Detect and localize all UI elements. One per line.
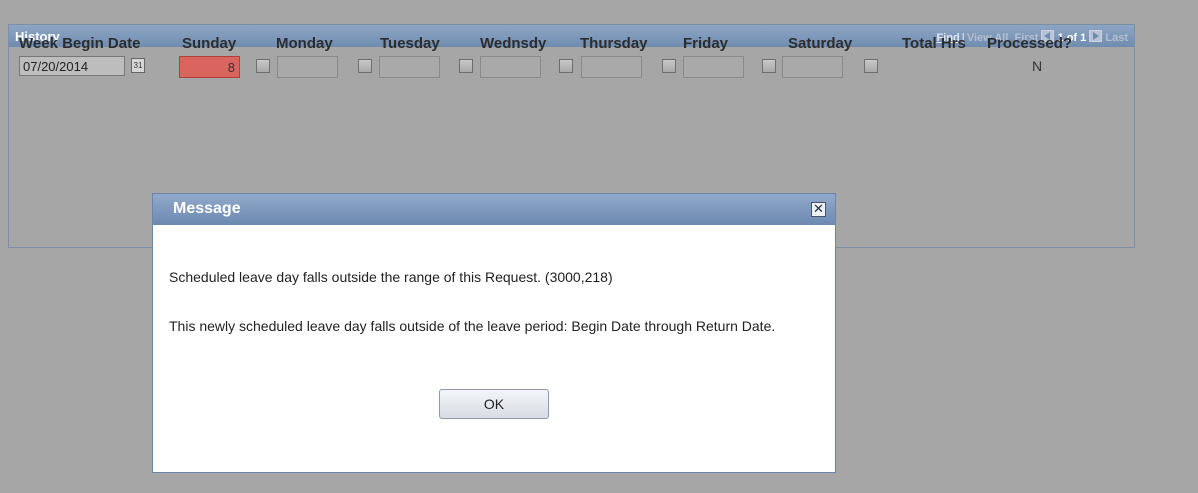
sunday-hours-input[interactable]: 8 [179,56,240,78]
col-wednesday: Wednsdy [480,35,547,52]
ok-button[interactable]: OK [439,389,549,419]
friday-checkbox[interactable] [762,59,776,73]
col-total-hrs: Total Hrs [902,35,966,52]
col-monday: Monday [276,35,333,52]
thursday-hours-input[interactable] [581,56,642,78]
message-line-2: This newly scheduled leave day falls out… [169,318,776,334]
close-icon[interactable]: ✕ [811,202,826,217]
dialog-title: Message [173,200,241,217]
last-link[interactable]: Last [1105,32,1128,44]
wednesday-checkbox[interactable] [559,59,573,73]
monday-hours-input[interactable] [277,56,338,78]
thursday-checkbox[interactable] [662,59,676,73]
tuesday-checkbox[interactable] [459,59,473,73]
tuesday-hours-input[interactable] [379,56,440,78]
saturday-checkbox[interactable] [864,59,878,73]
dialog-title-bar: Message ✕ [153,194,835,225]
wednesday-hours-input[interactable] [480,56,541,78]
next-arrow-icon[interactable] [1089,30,1103,42]
friday-hours-input[interactable] [683,56,744,78]
sunday-checkbox[interactable] [256,59,270,73]
week-begin-date-input[interactable]: 07/20/2014 [19,56,125,76]
message-line-1: Scheduled leave day falls outside the ra… [169,269,613,285]
processed-value: N [1032,58,1043,74]
col-tuesday: Tuesday [380,35,440,52]
col-friday: Friday [683,35,729,52]
col-saturday: Saturday [788,35,853,52]
saturday-hours-input[interactable] [782,56,843,78]
col-week-begin-date: Week Begin Date [19,35,141,52]
col-thursday: Thursday [580,35,648,52]
monday-checkbox[interactable] [358,59,372,73]
message-dialog: Message ✕ Scheduled leave day falls outs… [152,193,836,473]
col-processed: Processed? [987,35,1073,52]
col-sunday: Sunday [182,35,237,52]
calendar-icon[interactable]: 31 [131,58,145,73]
